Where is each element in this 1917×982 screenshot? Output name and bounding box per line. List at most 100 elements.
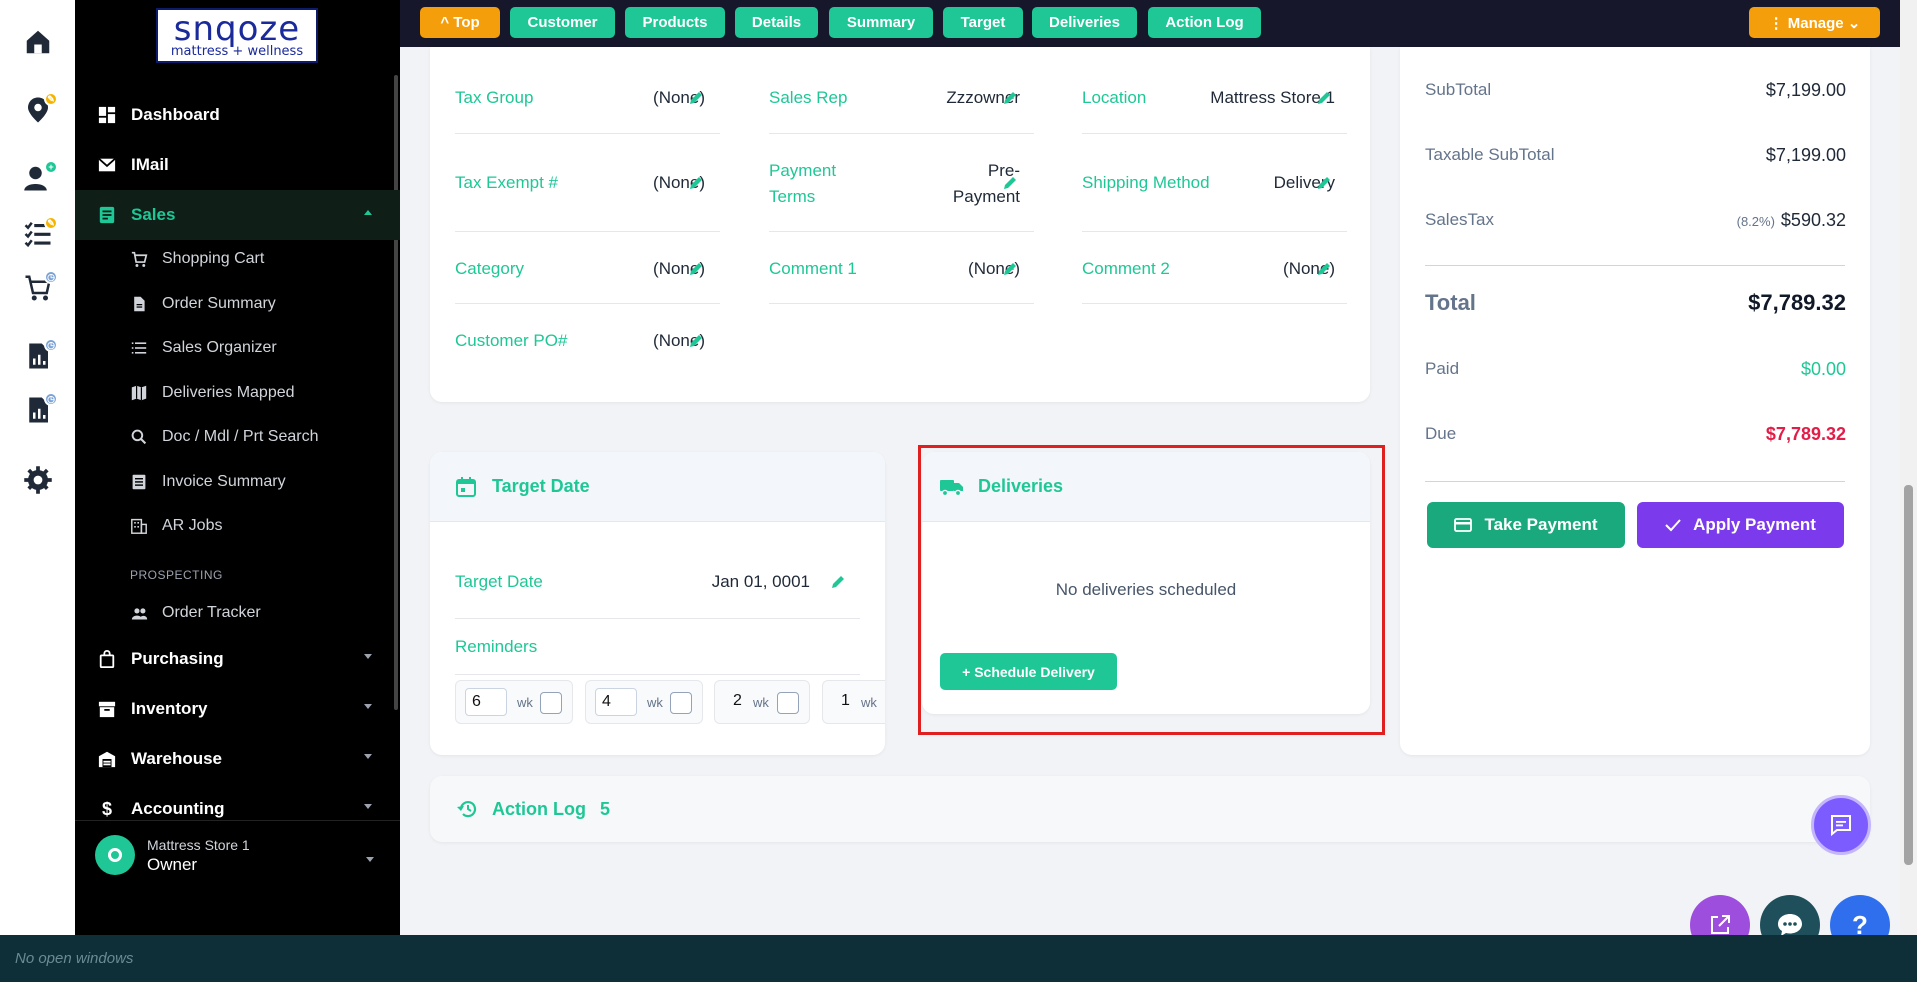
chevron-up-icon — [364, 210, 372, 215]
sidebar-item-inventory[interactable]: Inventory — [75, 684, 400, 734]
edit-pencil-icon[interactable] — [688, 333, 704, 349]
sidebar-item-deliveries-mapped[interactable]: Deliveries Mapped — [75, 371, 400, 415]
edit-pencil-icon[interactable] — [1316, 90, 1332, 106]
report-alt-icon[interactable]: ◷ — [18, 390, 58, 430]
nav-products-button[interactable]: Products — [625, 7, 725, 38]
shipping-method-label: Shipping Method — [1082, 173, 1210, 192]
edit-pencil-icon[interactable] — [1002, 90, 1018, 106]
sidebar-item-label: Order Summary — [162, 295, 276, 312]
feedback-button[interactable] — [1811, 795, 1871, 855]
sidebar-item-invoice-summary[interactable]: Invoice Summary — [75, 460, 400, 504]
cart-icon — [130, 250, 148, 268]
sidebar-item-order-summary[interactable]: Order Summary — [75, 282, 400, 326]
reminder-2wk: 2 wk — [714, 680, 810, 724]
settings-gear-icon[interactable] — [18, 460, 58, 500]
sidebar-item-purchasing[interactable]: Purchasing — [75, 634, 400, 684]
sidebar-item-dashboard[interactable]: Dashboard — [75, 90, 400, 140]
home-icon[interactable] — [18, 22, 58, 62]
mail-icon — [97, 155, 117, 175]
dashboard-icon — [97, 105, 117, 125]
cart-icon[interactable]: ◷ — [18, 268, 58, 308]
task-list-icon[interactable]: ✎ — [18, 214, 58, 254]
edit-pencil-icon[interactable] — [688, 175, 704, 191]
field-divider — [455, 303, 720, 304]
field-divider — [769, 231, 1034, 232]
chevron-down-icon — [364, 654, 372, 659]
reminders-label: Reminders — [455, 637, 538, 656]
reminder-4wk: 4 wk — [585, 680, 703, 724]
sidebar-item-order-tracker[interactable]: Order Tracker — [75, 591, 400, 635]
map-icon — [130, 384, 148, 402]
user-switcher[interactable]: Mattress Store 1 Owner — [75, 820, 400, 890]
nav-customer-button[interactable]: Customer — [510, 7, 615, 38]
tax-group-label: Tax Group — [455, 88, 534, 107]
snooze-logo[interactable]: snqoze mattress + wellness — [156, 8, 318, 63]
reminder-weeks-input[interactable]: 4 — [595, 688, 637, 716]
take-payment-button[interactable]: Take Payment — [1427, 502, 1625, 548]
comment-1-value: (None) — [968, 259, 1020, 278]
sidebar-item-label: Purchasing — [131, 649, 224, 668]
apply-payment-button[interactable]: Apply Payment — [1637, 502, 1844, 548]
sales-rep-value: Zzzowner — [946, 88, 1020, 107]
reminder-checkbox[interactable] — [670, 692, 692, 714]
archive-icon — [97, 699, 117, 719]
sidebar-item-ar-jobs[interactable]: AR Jobs — [75, 504, 400, 548]
edit-pencil-icon[interactable] — [1002, 175, 1018, 191]
history-icon — [457, 801, 477, 818]
payment-terms-value-line2: Payment — [952, 187, 1020, 206]
reminder-checkbox[interactable] — [540, 692, 562, 714]
reminder-checkbox[interactable] — [777, 692, 799, 714]
sidebar-item-doc-search[interactable]: Doc / Mdl / Prt Search — [75, 415, 400, 459]
add-user-icon[interactable]: + — [18, 158, 58, 198]
field-divider — [455, 231, 720, 232]
sidebar-item-sales[interactable]: Sales — [75, 190, 400, 240]
edit-pencil-icon[interactable] — [1316, 175, 1332, 191]
edit-pencil-icon[interactable] — [1316, 261, 1332, 277]
nav-target-button[interactable]: Target — [943, 7, 1023, 38]
user-store-name: Mattress Store 1 — [147, 837, 250, 853]
sidebar-item-label: IMail — [131, 155, 169, 174]
subtotal-value: $7,199.00 — [1765, 80, 1846, 100]
nav-top-button[interactable]: ^ Top — [420, 7, 500, 38]
page-scrollbar-thumb[interactable] — [1904, 485, 1913, 865]
edit-pencil-icon[interactable] — [1002, 261, 1018, 277]
sidebar-item-shopping-cart[interactable]: Shopping Cart — [75, 237, 400, 281]
sidebar: snqoze mattress + wellness Dashboard IMa… — [75, 0, 400, 935]
action-log-count: 5 — [600, 799, 611, 819]
nav-details-button[interactable]: Details — [735, 7, 818, 38]
payment-terms-value: Pre- — [987, 161, 1020, 180]
report-icon[interactable]: ◷ — [18, 336, 58, 376]
total-value: $7,789.32 — [1748, 290, 1846, 315]
chevron-down-icon — [364, 804, 372, 809]
taxable-subtotal-value: $7,199.00 — [1765, 145, 1846, 165]
sidebar-item-label: Sales — [131, 205, 176, 224]
sidebar-item-label: Doc / Mdl / Prt Search — [162, 428, 319, 445]
action-log-bar[interactable]: Action Log 5 — [430, 776, 1870, 842]
field-divider — [455, 618, 860, 619]
sidebar-item-imail[interactable]: IMail — [75, 140, 400, 190]
sidebar-item-label: Shopping Cart — [162, 250, 265, 267]
dollar-icon: $ — [101, 798, 112, 819]
edit-pencil-icon[interactable] — [830, 574, 846, 590]
sidebar-item-label: Accounting — [131, 799, 225, 818]
field-divider — [455, 133, 720, 134]
sidebar-item-warehouse[interactable]: Warehouse — [75, 734, 400, 784]
section-nav-bar: ^ Top Customer Products Details Summary … — [400, 0, 1900, 47]
manage-menu-button[interactable]: ⋮ Manage ⌄ — [1749, 7, 1880, 38]
location-label: Location — [1082, 88, 1147, 107]
nav-summary-button[interactable]: Summary — [829, 7, 933, 38]
reminder-1wk: 1 wk — [822, 680, 885, 724]
nav-deliveries-button[interactable]: Deliveries — [1032, 7, 1137, 38]
location-pin-icon[interactable]: ✎ — [18, 90, 58, 130]
nav-action-log-button[interactable]: Action Log — [1148, 7, 1261, 38]
edit-pencil-icon[interactable] — [688, 261, 704, 277]
due-value: $7,789.32 — [1765, 424, 1846, 444]
target-date-title: Target Date — [492, 476, 590, 496]
reminder-unit: wk — [517, 695, 533, 710]
reminder-weeks-input[interactable]: 6 — [465, 688, 507, 716]
shopping-bag-icon — [97, 649, 117, 669]
sidebar-item-label: Warehouse — [131, 749, 223, 768]
sidebar-item-sales-organizer[interactable]: Sales Organizer — [75, 326, 400, 370]
field-divider — [1082, 303, 1347, 304]
edit-pencil-icon[interactable] — [688, 90, 704, 106]
